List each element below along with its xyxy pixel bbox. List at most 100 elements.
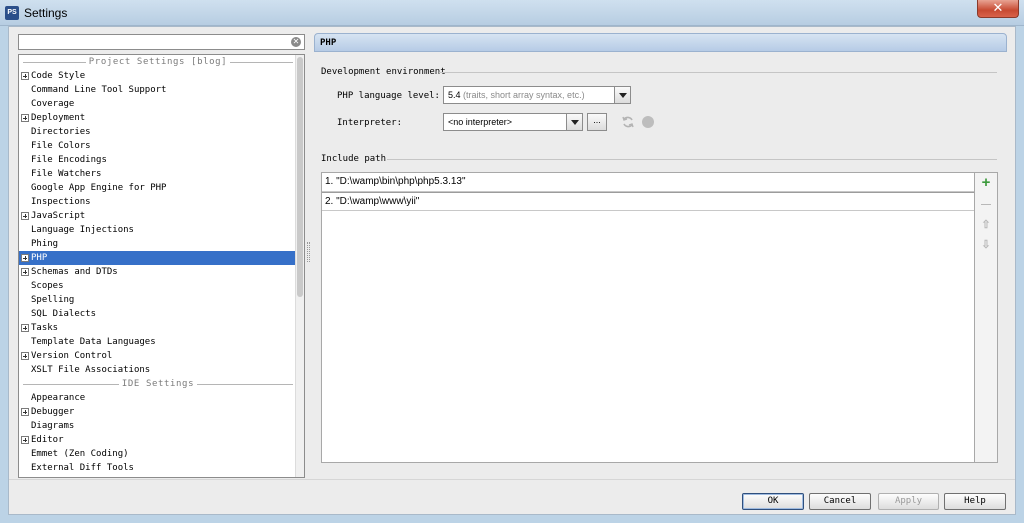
window-title: Settings <box>24 6 68 20</box>
tree-scrollbar-thumb[interactable] <box>297 57 303 297</box>
tree-item-label: Coverage <box>31 99 75 109</box>
expand-icon[interactable] <box>21 254 29 262</box>
include-path-item[interactable]: 1. "D:\wamp\bin\php\php5.3.13" <box>322 173 974 192</box>
expand-icon[interactable] <box>21 212 29 220</box>
tree-item-label: Tasks <box>31 323 59 333</box>
tree-item-tasks[interactable]: Tasks <box>19 321 297 335</box>
tree-item-label: Deployment <box>31 113 86 123</box>
tree-item-command-line-tool-support[interactable]: Command Line Tool Support <box>19 83 297 97</box>
tree-item-label: Appearance <box>31 393 86 403</box>
interpreter-label: Interpreter: <box>337 118 403 128</box>
include-path-divider <box>387 159 997 160</box>
tree-item-code-style[interactable]: Code Style <box>19 69 297 83</box>
tree-item-label: Google App Engine for PHP <box>31 183 167 193</box>
include-path-item[interactable]: 2. "D:\wamp\www\yii" <box>322 192 974 211</box>
tree-item-google-app-engine-for-php[interactable]: Google App Engine for PHP <box>19 181 297 195</box>
expand-icon[interactable] <box>21 324 29 332</box>
ide-settings-header-label: IDE Settings <box>118 377 198 391</box>
expand-icon[interactable] <box>21 72 29 80</box>
tree-item-schemas-and-dtds[interactable]: Schemas and DTDs <box>19 265 297 279</box>
project-settings-header: Project Settings [blog] <box>23 55 293 69</box>
ide-settings-header: IDE Settings <box>23 377 293 391</box>
tree-item-external-diff-tools[interactable]: External Diff Tools <box>19 461 297 475</box>
tree-item-file-encodings[interactable]: File Encodings <box>19 153 297 167</box>
tree-item-label: Schemas and DTDs <box>31 267 118 277</box>
remove-icon[interactable]: — <box>980 199 992 211</box>
settings-dialog: ✕ Project Settings [blog] Code Style Comm… <box>8 26 1016 515</box>
apply-button[interactable]: Apply <box>878 493 939 510</box>
dialog-footer-divider <box>9 479 1015 480</box>
language-level-label: PHP language level: <box>337 91 440 101</box>
tree-item-file-colors[interactable]: File Colors <box>19 139 297 153</box>
tree-item-diagrams[interactable]: Diagrams <box>19 419 297 433</box>
expand-icon[interactable] <box>21 114 29 122</box>
panel-title: PHP <box>314 33 1007 52</box>
interpreter-status-icon <box>642 116 654 128</box>
tree-item-directories[interactable]: Directories <box>19 125 297 139</box>
tree-item-label: File Encodings <box>31 155 107 165</box>
close-window-button[interactable]: ✕ <box>977 0 1019 18</box>
tree-item-sql-dialects[interactable]: SQL Dialects <box>19 307 297 321</box>
tree-item-phing[interactable]: Phing <box>19 237 297 251</box>
tree-item-label: Version Control <box>31 351 113 361</box>
settings-tree[interactable]: Project Settings [blog] Code Style Comman… <box>18 54 305 478</box>
tree-item-inspections[interactable]: Inspections <box>19 195 297 209</box>
tree-item-php[interactable]: PHP <box>19 251 297 265</box>
add-icon[interactable]: + <box>980 175 992 190</box>
tree-item-editor[interactable]: Editor <box>19 433 297 447</box>
tree-item-version-control[interactable]: Version Control <box>19 349 297 363</box>
help-button[interactable]: Help <box>944 493 1006 510</box>
expand-icon[interactable] <box>21 408 29 416</box>
tree-item-label: File Watchers <box>31 169 102 179</box>
tree-item-scopes[interactable]: Scopes <box>19 279 297 293</box>
clear-search-icon[interactable]: ✕ <box>291 37 301 47</box>
chevron-down-icon[interactable] <box>566 114 582 130</box>
tree-item-label: Code Style <box>31 71 86 81</box>
tree-item-label: Language Injections <box>31 225 134 235</box>
cancel-button[interactable]: Cancel <box>809 493 871 510</box>
interpreter-dropdown[interactable]: <no interpreter> <box>443 113 583 131</box>
tree-item-xslt-file-associations[interactable]: XSLT File Associations <box>19 363 297 377</box>
interpreter-value: <no interpreter> <box>448 117 513 127</box>
include-path-list[interactable]: 1. "D:\wamp\bin\php\php5.3.13" 2. "D:\wa… <box>321 172 975 463</box>
tree-item-emmet-zen-coding[interactable]: Emmet (Zen Coding) <box>19 447 297 461</box>
tree-scrollbar[interactable] <box>295 55 304 477</box>
include-path-toolbar: + — ⇧ ⇩ <box>975 172 998 463</box>
refresh-icon[interactable] <box>621 115 635 129</box>
tree-item-javascript[interactable]: JavaScript <box>19 209 297 223</box>
tree-item-label: External Diff Tools <box>31 463 134 473</box>
move-up-icon[interactable]: ⇧ <box>980 219 992 231</box>
browse-interpreters-button[interactable]: ... <box>587 113 607 131</box>
tree-item-template-data-languages[interactable]: Template Data Languages <box>19 335 297 349</box>
include-path-group-title: Include path <box>321 154 387 164</box>
tree-item-label: Spelling <box>31 295 75 305</box>
language-level-dropdown[interactable]: 5.4 (traits, short array syntax, etc.) <box>443 86 631 104</box>
expand-icon[interactable] <box>21 436 29 444</box>
tree-item-language-injections[interactable]: Language Injections <box>19 223 297 237</box>
settings-tree-content: Project Settings [blog] Code Style Comman… <box>19 55 297 475</box>
tree-item-deployment[interactable]: Deployment <box>19 111 297 125</box>
expand-icon[interactable] <box>21 268 29 276</box>
dev-env-group-title: Development environment <box>321 67 446 77</box>
tree-item-label: Debugger <box>31 407 75 417</box>
project-settings-header-label: Project Settings [blog] <box>85 55 231 69</box>
move-down-icon[interactable]: ⇩ <box>980 239 992 251</box>
tree-item-label: Emmet (Zen Coding) <box>31 449 129 459</box>
ok-button[interactable]: OK <box>742 493 804 510</box>
tree-item-appearance[interactable]: Appearance <box>19 391 297 405</box>
tree-item-file-watchers[interactable]: File Watchers <box>19 167 297 181</box>
tree-item-label: SQL Dialects <box>31 309 97 319</box>
language-level-hint: (traits, short array syntax, etc.) <box>463 90 585 100</box>
tree-item-coverage[interactable]: Coverage <box>19 97 297 111</box>
panel-splitter-handle[interactable] <box>307 242 310 262</box>
tree-item-label: Directories <box>31 127 91 137</box>
tree-item-label: Template Data Languages <box>31 337 156 347</box>
tree-item-spelling[interactable]: Spelling <box>19 293 297 307</box>
tree-item-label: File Colors <box>31 141 91 151</box>
tree-item-label: Command Line Tool Support <box>31 85 167 95</box>
tree-item-debugger[interactable]: Debugger <box>19 405 297 419</box>
project-settings-list: Code Style Command Line Tool Support Cover… <box>19 69 297 377</box>
chevron-down-icon[interactable] <box>614 87 630 103</box>
settings-search-input[interactable]: ✕ <box>18 34 305 50</box>
expand-icon[interactable] <box>21 352 29 360</box>
